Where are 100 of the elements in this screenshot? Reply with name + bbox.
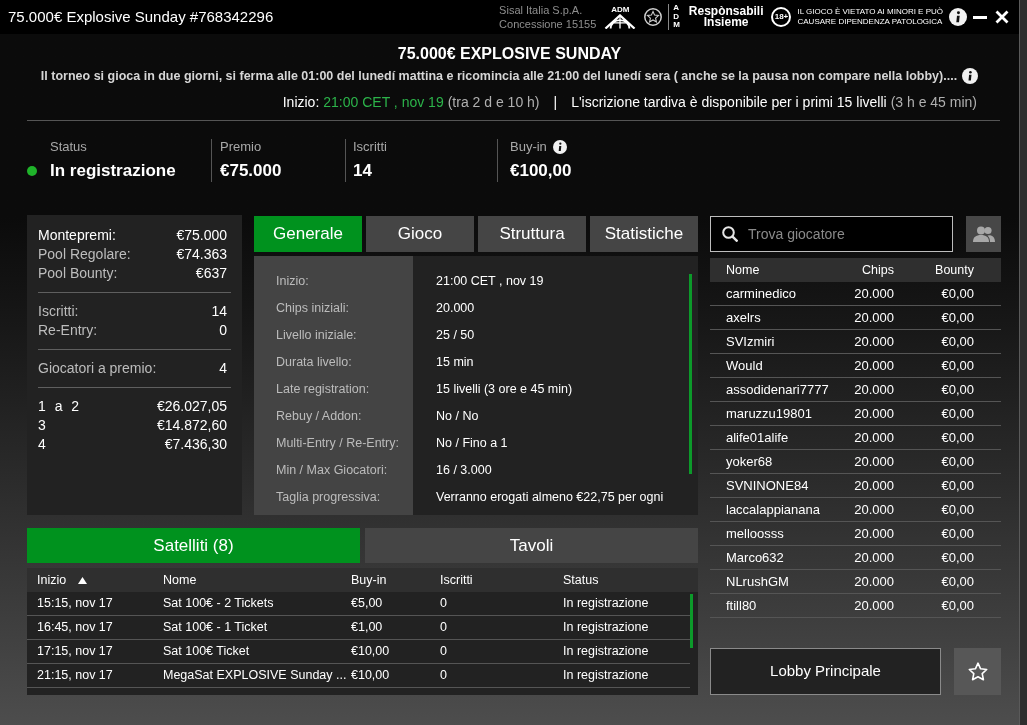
stat-label: Buy-in xyxy=(510,139,547,155)
summary-label: Iscritti: xyxy=(38,302,79,321)
table-cell-text: €0,00 xyxy=(940,524,974,543)
age-warning-text: IL GIOCO È VIETATO AI MINORI E PUÒ CAUSARE DIPENDENZA PATOLOGICA xyxy=(797,7,943,27)
table-cell-text: 16:45, nov 17 xyxy=(37,619,114,637)
summary-label: Giocatori a premio: xyxy=(38,359,157,378)
info-icon[interactable] xyxy=(552,140,567,154)
table-cell-text: Marco632 xyxy=(726,548,785,567)
table-cell-text: €0,00 xyxy=(940,404,974,423)
detail-value: Verranno erogati almeno €22,75 per ogni xyxy=(436,489,665,506)
table-cell-text: €10,00 xyxy=(351,667,391,685)
table-cell-text: Sat 100€ Ticket xyxy=(163,643,251,661)
table-cell-text: melloosss xyxy=(726,524,785,543)
tab[interactable]: Satelliti (8) xyxy=(27,528,360,563)
scrollbar-thumb[interactable] xyxy=(690,594,693,648)
table-cell-text: €0,00 xyxy=(940,308,974,327)
stat-label: Iscritti xyxy=(353,139,387,155)
stat-label: Premio xyxy=(220,139,262,155)
summary-label: Re-Entry: xyxy=(38,321,98,340)
scrollbar-thumb[interactable] xyxy=(689,274,692,474)
table-cell-text: 20.000 xyxy=(853,524,894,543)
table-cell-text: 20.000 xyxy=(853,284,894,303)
close-icon[interactable] xyxy=(995,10,1009,24)
table-cell-text: €0,00 xyxy=(940,332,974,351)
detail-label: Taglia progressiva: xyxy=(276,489,382,506)
detail-label: Late registration: xyxy=(276,381,371,398)
column-header[interactable]: Status xyxy=(563,570,599,590)
table-cell-text: €0,00 xyxy=(940,596,974,615)
detail-label: Durata livello: xyxy=(276,354,353,371)
detail-label: Chips iniziali: xyxy=(276,300,350,317)
table-cell-text: 20.000 xyxy=(853,452,894,471)
detail-value: No / No xyxy=(436,408,480,425)
tab[interactable]: Gioco xyxy=(366,216,474,252)
tab[interactable]: Generale xyxy=(254,216,362,252)
column-header[interactable]: Chips xyxy=(834,260,894,280)
players-button[interactable] xyxy=(966,216,1001,252)
summary-label: Pool Regolare: xyxy=(38,245,131,264)
detail-value: 20.000 xyxy=(436,300,476,317)
summary-value: 0 xyxy=(219,321,227,340)
stat-value: In registrazione xyxy=(50,160,176,182)
stat-value: €75.000 xyxy=(220,160,282,182)
search-field[interactable]: Trova giocatore xyxy=(710,216,953,252)
start-time: 21:00 CET , nov 19 xyxy=(323,94,444,110)
column-header[interactable]: Buy-in xyxy=(351,570,387,590)
table-cell-text: In registrazione xyxy=(563,643,650,661)
summary-label: 3 xyxy=(38,416,46,435)
info-icon[interactable] xyxy=(962,68,979,84)
table-cell-text: €0,00 xyxy=(940,380,974,399)
table-cell-text: 17:15, nov 17 xyxy=(37,643,114,661)
summary-label: Montepremi: xyxy=(38,226,116,245)
table-cell-text: 20.000 xyxy=(853,596,894,615)
column-header[interactable]: Bounty xyxy=(894,260,974,280)
start-label: Inizio: xyxy=(282,94,320,110)
tab[interactable]: Tavoli xyxy=(365,528,698,563)
column-header[interactable]: Iscritti xyxy=(440,570,473,590)
column-header[interactable]: Nome xyxy=(163,570,197,590)
company-name: Sisal Italia S.p.A. xyxy=(499,3,584,17)
separator-text: | xyxy=(553,94,558,110)
table-cell-text: assodidenari7777 xyxy=(726,380,830,399)
detail-label: Livello iniziale: xyxy=(276,327,358,344)
table-cell-text: 20.000 xyxy=(853,428,894,447)
table-cell-text: 0 xyxy=(440,667,448,685)
summary-value: €637 xyxy=(195,264,227,283)
detail-label: Min / Max Giocatori: xyxy=(276,462,389,479)
table-cell-text: 20.000 xyxy=(853,380,894,399)
table-cell-text: maruzzu19801 xyxy=(726,404,813,423)
favorite-button[interactable] xyxy=(954,648,1001,695)
detail-value: No / Fino a 1 xyxy=(436,435,509,452)
minimize-icon[interactable] xyxy=(973,15,987,19)
table-cell-text: €0,00 xyxy=(940,452,974,471)
license-text: Concessione 15155 xyxy=(499,17,597,31)
table-cell-text: 20.000 xyxy=(853,572,894,591)
logo-caption: ADM xyxy=(611,5,630,14)
age-limit-badge: 18+ xyxy=(771,7,792,27)
table-cell-text: 15:15, nov 17 xyxy=(37,595,114,613)
table-cell-text: In registrazione xyxy=(563,595,650,613)
detail-value: 25 / 50 xyxy=(436,327,476,344)
table-cell-text: In registrazione xyxy=(563,667,650,685)
table-cell-text: MegaSat EXPLOSIVE Sunday ... xyxy=(163,667,348,685)
info-icon[interactable] xyxy=(949,8,967,26)
tab[interactable]: Statistiche xyxy=(590,216,698,252)
table-cell-text: €0,00 xyxy=(940,476,974,495)
table-cell-text: Would xyxy=(726,356,764,375)
campaign-logo-text: Respònsabili Insieme xyxy=(688,6,764,28)
table-cell-text: carminedico xyxy=(726,284,798,303)
lobby-button[interactable]: Lobby Principale xyxy=(710,648,941,695)
sort-ascending-icon[interactable] xyxy=(78,576,88,584)
column-header[interactable]: Inizio xyxy=(37,570,67,590)
table-cell-text: 20.000 xyxy=(853,476,894,495)
summary-value: €26.027,05 xyxy=(156,397,227,416)
arch-logo-icon xyxy=(604,14,637,29)
column-header[interactable]: Nome xyxy=(726,260,834,280)
detail-value: 15 livelli (3 ore e 45 min) xyxy=(436,381,574,398)
table-cell-text: €1,00 xyxy=(351,619,384,637)
table-cell-text: Sat 100€ - 2 Tickets xyxy=(163,595,275,613)
tab[interactable]: Struttura xyxy=(478,216,586,252)
table-cell-text: 20.000 xyxy=(853,332,894,351)
summary-value: €74.363 xyxy=(176,245,227,264)
summary-label: 1 a 2 xyxy=(38,397,80,416)
stat-value: 14 xyxy=(353,160,372,182)
